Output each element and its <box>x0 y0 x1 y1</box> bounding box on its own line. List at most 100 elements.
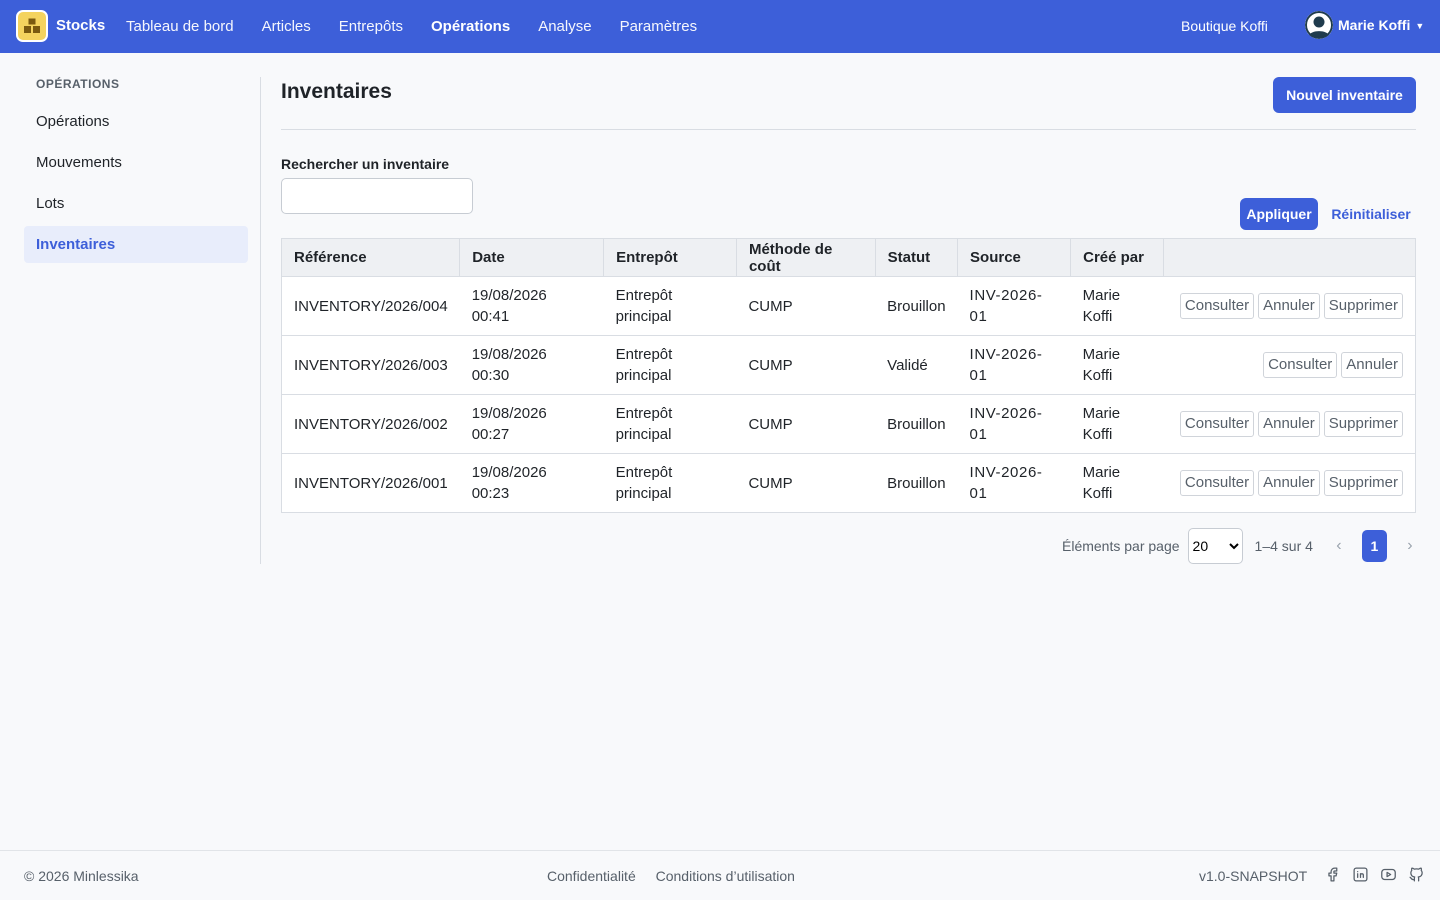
cell-cost-method: CUMP <box>736 453 876 513</box>
main-nav: Tableau de bord Articles Entrepôts Opéra… <box>126 0 725 53</box>
warehouse-line1: Entrepôt <box>615 287 673 304</box>
warehouse-line2: principal <box>615 308 672 325</box>
page-1-button[interactable]: 1 <box>1361 530 1387 562</box>
column-header-cost-method[interactable]: Méthode de coût <box>736 238 876 277</box>
source-line2: 01 <box>969 308 988 325</box>
shop-selector[interactable]: Boutique Koffi <box>1181 18 1268 34</box>
table-header-row: Référence Date Entrepôt Méthode de coût … <box>281 238 1416 277</box>
source-line2: 01 <box>969 426 988 443</box>
column-header-date[interactable]: Date <box>459 238 605 277</box>
search-label: Rechercher un inventaire <box>281 156 450 172</box>
delete-button[interactable]: Supprimer <box>1323 293 1403 319</box>
search-input[interactable] <box>281 178 473 214</box>
cell-status: Brouillon <box>875 276 958 336</box>
cancel-button[interactable]: Annuler <box>1258 470 1320 496</box>
cell-actions: Consulter Annuler Supprimer <box>1163 394 1416 454</box>
nav-warehouses[interactable]: Entrepôts <box>339 18 403 35</box>
reset-button[interactable]: Réinitialiser <box>1326 198 1416 230</box>
warehouse-line2: principal <box>615 485 672 502</box>
cell-cost-method: CUMP <box>736 335 876 395</box>
cell-status: Brouillon <box>875 394 958 454</box>
view-button[interactable]: Consulter <box>1179 293 1255 319</box>
warehouse-line1: Entrepôt <box>615 405 673 422</box>
table-row: INVENTORY/2026/001 19/08/2026 00:23 Entre… <box>281 453 1416 513</box>
app-logo[interactable] <box>16 10 48 42</box>
cell-date: 19/08/2026 00:27 <box>459 394 604 454</box>
cell-source: INV-2026- 01 <box>957 276 1071 336</box>
column-header-actions <box>1163 238 1416 277</box>
delete-button[interactable]: Supprimer <box>1323 411 1403 437</box>
date-value: 19/08/2026 <box>471 287 547 304</box>
page-range: 1–4 sur 4 <box>1254 538 1313 554</box>
cell-warehouse: Entrepôt principal <box>603 276 737 336</box>
cell-actions: Consulter Annuler <box>1163 335 1416 395</box>
column-header-warehouse[interactable]: Entrepôt <box>603 238 737 277</box>
social-links <box>1313 865 1425 883</box>
terms-link[interactable]: Conditions d’utilisation <box>656 868 795 884</box>
creator-line1: Marie <box>1082 346 1121 363</box>
cancel-button[interactable]: Annuler <box>1258 293 1320 319</box>
cell-source: INV-2026- 01 <box>957 453 1071 513</box>
cancel-button[interactable]: Annuler <box>1258 411 1320 437</box>
view-button[interactable]: Consulter <box>1263 352 1338 378</box>
warehouse-line1: Entrepôt <box>615 464 673 481</box>
facebook-icon[interactable] <box>1323 865 1341 883</box>
apply-button[interactable]: Appliquer <box>1240 198 1318 230</box>
linkedin-icon[interactable] <box>1351 865 1369 883</box>
time-value: 00:41 <box>471 308 510 325</box>
avatar <box>1305 11 1333 39</box>
sidebar-item-operations[interactable]: Opérations <box>24 103 248 140</box>
title-divider <box>281 129 1416 130</box>
cell-reference: INVENTORY/2026/004 <box>281 276 460 336</box>
nav-analysis[interactable]: Analyse <box>538 18 591 35</box>
cell-reference: INVENTORY/2026/003 <box>281 335 460 395</box>
column-header-reference[interactable]: Référence <box>281 238 461 277</box>
cancel-button[interactable]: Annuler <box>1341 352 1403 378</box>
per-page-label: Éléments par page <box>1062 538 1180 554</box>
cell-status: Validé <box>875 335 958 395</box>
per-page-select[interactable]: 20 <box>1187 528 1243 564</box>
user-menu[interactable]: Marie Koffi ▼ <box>1305 11 1424 39</box>
delete-button[interactable]: Supprimer <box>1323 470 1403 496</box>
previous-page-button[interactable]: ‹ <box>1327 530 1351 562</box>
date-value: 19/08/2026 <box>471 464 547 481</box>
nav-dashboard[interactable]: Tableau de bord <box>126 18 234 35</box>
youtube-icon[interactable] <box>1379 865 1397 883</box>
brand-name[interactable]: Stocks <box>56 17 105 34</box>
footer: © 2026 Minlessika Confidentialité Condit… <box>0 850 1440 900</box>
time-value: 00:23 <box>471 485 510 502</box>
cell-reference: INVENTORY/2026/001 <box>281 453 460 513</box>
cell-warehouse: Entrepôt principal <box>603 453 737 513</box>
view-button[interactable]: Consulter <box>1179 411 1255 437</box>
sidebar-item-lots[interactable]: Lots <box>24 185 248 222</box>
github-icon[interactable] <box>1407 865 1425 883</box>
pagination: Éléments par page 20 1–4 sur 4 ‹ 1 › <box>1062 528 1422 564</box>
column-header-created-by[interactable]: Créé par <box>1070 238 1165 277</box>
table-row: INVENTORY/2026/002 19/08/2026 00:27 Entre… <box>281 394 1416 454</box>
cell-created-by: Marie Koffi <box>1070 276 1164 336</box>
cell-status: Brouillon <box>875 453 958 513</box>
cell-date: 19/08/2026 00:23 <box>459 453 604 513</box>
nav-settings[interactable]: Paramètres <box>620 18 698 35</box>
creator-line1: Marie <box>1082 464 1121 481</box>
warehouse-line1: Entrepôt <box>615 346 673 363</box>
nav-operations[interactable]: Opérations <box>431 18 510 35</box>
copyright: © 2026 Minlessika <box>24 868 139 884</box>
source-line1: INV-2026- <box>969 464 1043 481</box>
new-inventory-button[interactable]: Nouvel inventaire <box>1273 77 1416 113</box>
sidebar-item-movements[interactable]: Mouvements <box>24 144 248 181</box>
column-header-source[interactable]: Source <box>957 238 1072 277</box>
creator-line1: Marie <box>1082 405 1121 422</box>
warehouse-line2: principal <box>615 367 672 384</box>
view-button[interactable]: Consulter <box>1179 470 1255 496</box>
sidebar-heading: OPÉRATIONS <box>36 77 120 91</box>
column-header-status[interactable]: Statut <box>875 238 959 277</box>
sidebar: OPÉRATIONS Opérations Mouvements Lots In… <box>24 77 248 267</box>
creator-line1: Marie <box>1082 287 1121 304</box>
privacy-link[interactable]: Confidentialité <box>547 868 636 884</box>
nav-articles[interactable]: Articles <box>262 18 311 35</box>
next-page-button[interactable]: › <box>1398 530 1422 562</box>
cell-warehouse: Entrepôt principal <box>603 335 737 395</box>
source-line1: INV-2026- <box>969 405 1043 422</box>
sidebar-item-inventories[interactable]: Inventaires <box>24 226 248 263</box>
